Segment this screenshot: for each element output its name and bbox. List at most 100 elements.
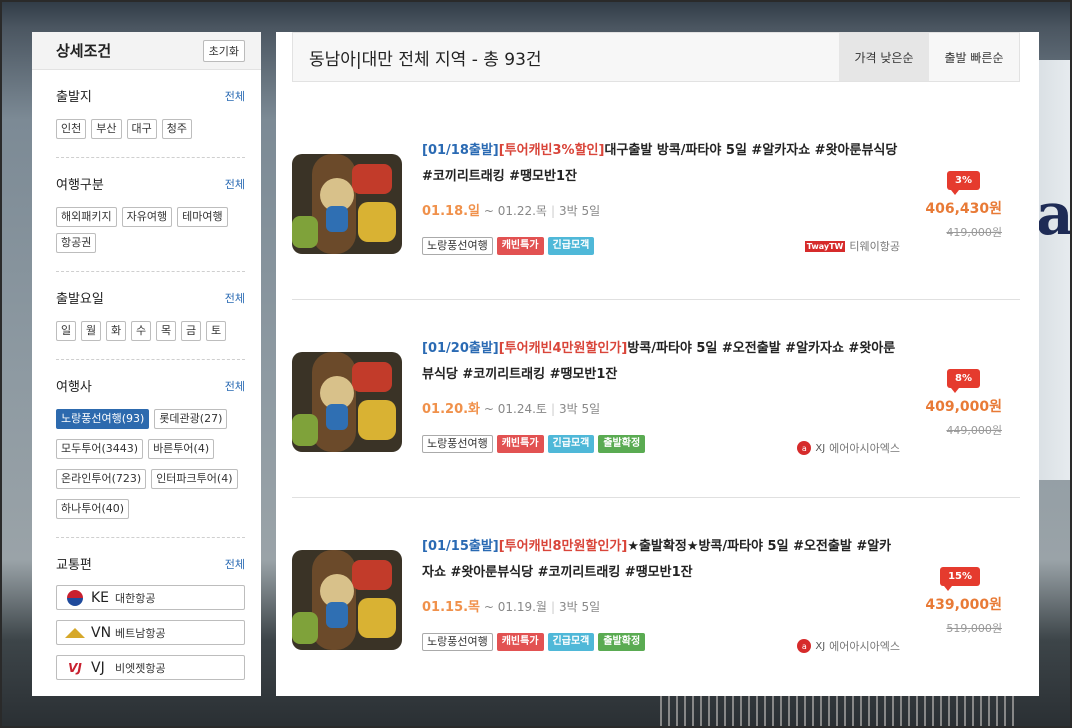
filter-tag[interactable]: 테마여행	[177, 207, 228, 227]
vietjet-logo-icon: VJ	[68, 660, 82, 675]
weekday-tag[interactable]: 수	[131, 321, 151, 341]
departure-date-tag: [01/20출발]	[422, 341, 499, 356]
airline-option-ke[interactable]: KE 대한항공	[56, 585, 245, 610]
product-thumbnail[interactable]	[292, 352, 402, 452]
cabin-special-badge: 캐빈특가	[496, 633, 544, 651]
discount-badge: 3%	[947, 171, 980, 195]
product-title[interactable]: [01/15출발][투어캐빈8만원할인가]★출발확정★방콕/파타야 5일 #오전…	[422, 534, 902, 586]
filter-sidebar: 상세조건 초기화 출발지 전체 인천 부산 대구 청주 여행구분 전체 해외패키…	[32, 32, 261, 696]
airline-code: XJ	[815, 640, 826, 652]
original-price: 519,000원	[946, 622, 1002, 635]
weekday-tag[interactable]: 금	[181, 321, 201, 341]
airasia-logo-icon: a	[797, 639, 812, 653]
airline-mark: TwayTW 티웨이항공	[804, 238, 900, 254]
sale-price: 439,000원	[925, 597, 1002, 613]
results-header: 동남아|대만 전체 지역 - 총 93건 가격 낮은순 출발 빠른순	[292, 32, 1020, 82]
select-all-link[interactable]: 전체	[225, 290, 245, 306]
agency-tag[interactable]: 인터파크투어(4)	[151, 469, 238, 489]
filter-section-departure: 출발지 전체 인천 부산 대구 청주	[56, 70, 245, 158]
agency-badge: 노랑풍선여행	[422, 633, 493, 651]
airline-code: VJ	[91, 659, 105, 676]
product-thumbnail[interactable]	[292, 154, 402, 254]
agency-tag[interactable]: 하나투어(40)	[56, 499, 130, 519]
confirmed-badge: 출발확정	[598, 435, 646, 453]
filter-tag[interactable]: 청주	[161, 119, 192, 139]
filter-tag[interactable]: 해외패키지	[56, 207, 117, 227]
product-item[interactable]: [01/20출발][투어캐빈4만원할인가]방콕/파타야 5일 #오전출발 #알카…	[292, 300, 1020, 498]
urgent-badge: 긴급모객	[547, 237, 595, 255]
select-all-link[interactable]: 전체	[225, 378, 245, 394]
sort-tabs: 가격 낮은순 출발 빠른순	[839, 33, 1019, 81]
select-all-link[interactable]: 전체	[225, 88, 245, 104]
airline-option-vj[interactable]: VJ VJ 비엣젯항공	[56, 655, 245, 680]
sale-price: 409,000원	[925, 399, 1002, 415]
weekday-tag[interactable]: 일	[56, 321, 76, 341]
cabin-discount-tag: [투어캐빈4만원할인가]	[498, 341, 628, 356]
sidebar-header: 상세조건 초기화	[32, 32, 261, 70]
airline-mark: a XJ 에어아시아엑스	[797, 638, 900, 654]
section-title: 출발지	[56, 90, 92, 105]
section-title: 여행구분	[56, 178, 104, 193]
sort-tab-price[interactable]: 가격 낮은순	[839, 33, 929, 81]
airline-name: 베트남항공	[115, 626, 166, 640]
travel-dates: 01.15.목 ~ 01.19.월 | 3박 5일	[422, 600, 601, 615]
airline-code: VN	[91, 624, 112, 641]
duration: 3박 5일	[558, 402, 601, 416]
filter-tag[interactable]: 부산	[91, 119, 122, 139]
confirmed-badge: 출발확정	[598, 633, 646, 651]
product-item[interactable]: [01/18출발][투어캐빈3%할인]대구출발 방콕/파타야 5일 #알카자쇼 …	[292, 102, 1020, 300]
airplane-livery: a	[1036, 180, 1072, 248]
agency-badge: 노랑풍선여행	[422, 435, 493, 453]
agency-badge: 노랑풍선여행	[422, 237, 493, 255]
weekday-tag[interactable]: 월	[81, 321, 101, 341]
agency-tag[interactable]: 모두투어(3443)	[56, 439, 144, 459]
filter-tag[interactable]: 자유여행	[121, 207, 173, 227]
weekday-tag[interactable]: 화	[106, 321, 126, 341]
airasia-logo-icon: a	[797, 441, 812, 455]
product-item[interactable]: [01/15출발][투어캐빈8만원할인가]★출발확정★방콕/파타야 5일 #오전…	[292, 498, 1020, 696]
agency-tag-selected[interactable]: 노랑풍선여행(93)	[56, 409, 150, 429]
duration: 3박 5일	[558, 204, 601, 218]
section-title: 여행사	[56, 380, 92, 395]
end-date: ~ 01.24.토	[483, 402, 547, 416]
agency-tag[interactable]: 롯데관광(27)	[154, 409, 228, 429]
product-title[interactable]: [01/20출발][투어캐빈4만원할인가]방콕/파타야 5일 #오전출발 #알카…	[422, 336, 902, 388]
sidebar-title: 상세조건	[56, 42, 112, 60]
reset-button[interactable]: 초기화	[202, 39, 245, 62]
duration: 3박 5일	[558, 600, 601, 614]
airline-mark: a XJ 에어아시아엑스	[797, 440, 900, 456]
cabin-special-badge: 캐빈특가	[496, 435, 544, 453]
weekday-tag[interactable]: 토	[206, 321, 226, 341]
results-panel: 동남아|대만 전체 지역 - 총 93건 가격 낮은순 출발 빠른순 [01/1…	[276, 32, 1039, 696]
end-date: ~ 01.22.목	[483, 204, 547, 218]
original-price: 449,000원	[946, 424, 1002, 437]
filter-tag[interactable]: 인천	[56, 119, 87, 139]
select-all-link[interactable]: 전체	[225, 176, 245, 192]
agency-tag[interactable]: 온라인투어(723)	[56, 469, 147, 489]
sort-tab-departure[interactable]: 출발 빠른순	[929, 33, 1019, 81]
airline-code: XJ	[815, 442, 826, 454]
travel-dates: 01.20.화 ~ 01.24.토 | 3박 5일	[422, 402, 601, 417]
filter-tag[interactable]: 대구	[126, 119, 157, 139]
start-date: 01.15.목	[422, 600, 481, 615]
agency-tag[interactable]: 바른투어(4)	[148, 439, 215, 459]
product-thumbnail[interactable]	[292, 550, 402, 650]
results-title: 동남아|대만 전체 지역 - 총 93건	[309, 49, 542, 70]
filter-section-travel-type: 여행구분 전체 해외패키지 자유여행 테마여행 항공권	[56, 158, 245, 272]
price-box: 3% 406,430원 419,000원	[892, 168, 1002, 240]
airline-option-vn[interactable]: VN 베트남항공	[56, 620, 245, 645]
cabin-discount-tag: [투어캐빈3%할인]	[498, 143, 605, 158]
cabin-discount-tag: [투어캐빈8만원할인가]	[498, 539, 628, 554]
filter-section-airline: 교통편 전체 KE 대한항공 VN 베트남항공 VJ VJ 비엣젯항공	[56, 538, 245, 680]
departure-date-tag: [01/15출발]	[422, 539, 499, 554]
product-title[interactable]: [01/18출발][투어캐빈3%할인]대구출발 방콕/파타야 5일 #알카자쇼 …	[422, 138, 902, 190]
price-box: 15% 439,000원 519,000원	[892, 564, 1002, 636]
select-all-link[interactable]: 전체	[225, 556, 245, 572]
price-box: 8% 409,000원 449,000원	[892, 366, 1002, 438]
airline-name: 에어아시아엑스	[829, 640, 900, 653]
urgent-badge: 긴급모객	[547, 435, 595, 453]
filter-tag[interactable]: 항공권	[56, 233, 97, 253]
departure-date-tag: [01/18출발]	[422, 143, 499, 158]
cabin-special-badge: 캐빈특가	[496, 237, 544, 255]
weekday-tag[interactable]: 목	[156, 321, 176, 341]
